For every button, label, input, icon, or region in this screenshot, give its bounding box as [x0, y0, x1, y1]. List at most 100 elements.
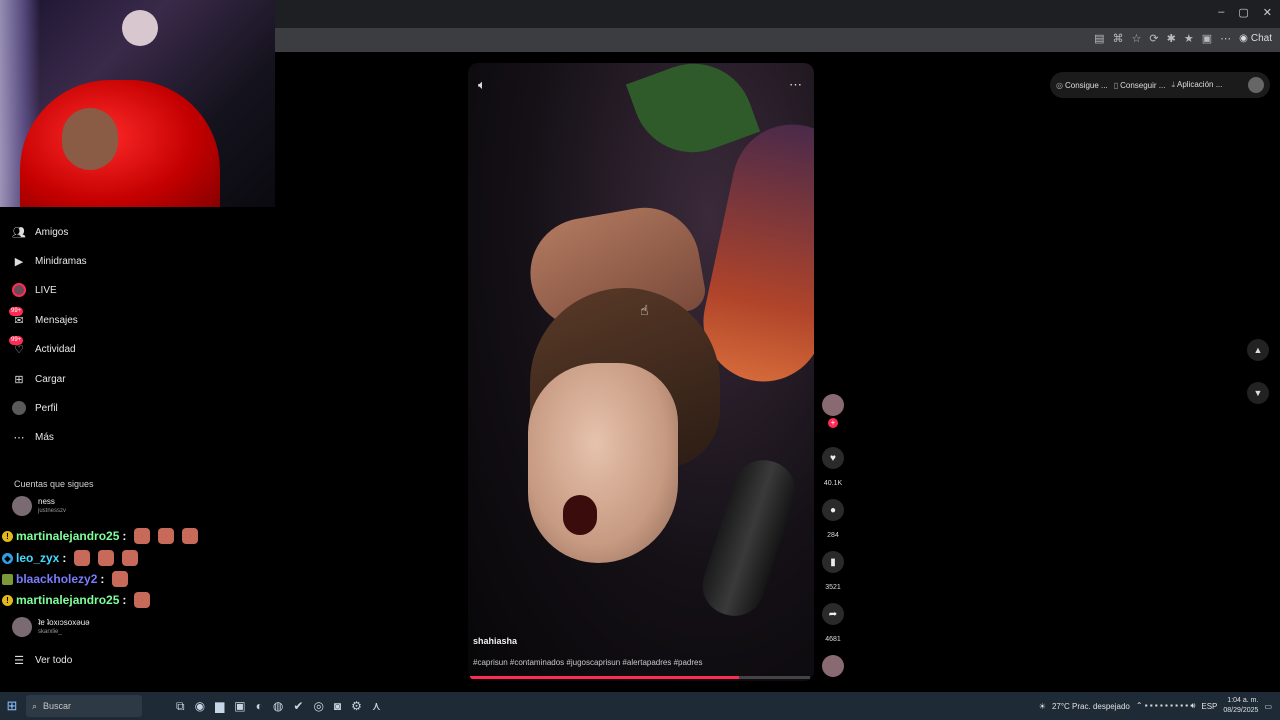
edge-icon[interactable]: ◐: [256, 699, 263, 714]
sidebar-item-amigos[interactable]: 👥︎ Amigos: [12, 225, 68, 239]
comment-button[interactable]: ●: [822, 499, 844, 521]
taskbar-apps: ⧉ ◉ ▆ ▣ ◐ ◍ ✔ ◎ ◙ ⚙ ⋏: [176, 699, 381, 714]
get-app-button[interactable]: ▯ Conseguir ...: [1114, 81, 1166, 90]
sidebar: 👥︎ Amigos ▶ Minidramas LIVE ✉ 99+ Mensaje…: [0, 207, 276, 687]
chat-emote: [98, 550, 115, 566]
file-explorer-icon[interactable]: ▆: [215, 699, 224, 714]
volume-icon[interactable]: 🔈︎: [478, 77, 486, 93]
save-button[interactable]: ▮: [822, 551, 844, 573]
chat-message: ◆ leo_zyx :: [2, 550, 139, 566]
extension-icon[interactable]: ✱: [1167, 32, 1176, 45]
close-button[interactable]: ✕: [1263, 6, 1272, 19]
upload-icon: ⊞: [14, 373, 24, 386]
favorite-icon[interactable]: ☆: [1132, 32, 1142, 45]
sidebar-item-perfil[interactable]: Perfil: [12, 401, 58, 415]
app-icon[interactable]: ⋏: [372, 699, 381, 714]
share-icon: ➦: [828, 608, 838, 620]
sidebar-item-minidramas[interactable]: ▶ Minidramas: [12, 254, 87, 268]
maximize-button[interactable]: ▢: [1238, 6, 1248, 19]
comment-icon: ●: [829, 504, 837, 516]
chat-username: martinalejandro25: [16, 529, 120, 543]
chat-badge: !: [2, 594, 13, 606]
following-account[interactable]: ʇɐ ʇoxıɔsoxəuǝ skarxlie_: [12, 617, 90, 637]
webcam-plush: [122, 10, 158, 46]
collections-icon[interactable]: ▣: [1202, 32, 1212, 45]
chat-emote: [158, 528, 175, 544]
chat-username: blaackholezy2: [16, 572, 98, 586]
chat-badge: ◆: [2, 552, 13, 564]
messages-badge: 99+: [9, 307, 24, 316]
weather-text[interactable]: 27°C Prac. despejado: [1052, 702, 1130, 711]
chat-emote: [74, 550, 91, 566]
steam-icon[interactable]: ✔: [293, 699, 303, 714]
discord-icon[interactable]: ◍: [273, 699, 283, 714]
reader-icon[interactable]: ▤: [1094, 32, 1104, 45]
video-hashtags[interactable]: #caprisun #contaminados #jugoscaprisun #…: [473, 658, 702, 667]
more-options-icon[interactable]: ⋯: [789, 77, 802, 93]
chat-message: blaackholezy2 :: [2, 571, 129, 587]
webcam-person-face: [62, 108, 118, 170]
taskbar-search[interactable]: ⌕ Buscar: [26, 695, 142, 717]
share-button[interactable]: ➦: [822, 603, 844, 625]
like-button[interactable]: ♥: [822, 447, 844, 469]
app-icon[interactable]: ◙: [334, 699, 341, 714]
minimize-button[interactable]: –: [1218, 6, 1224, 19]
favorites-icon[interactable]: ★: [1184, 32, 1194, 45]
top-actions-bar: ◎ Consigue ... ▯ Conseguir ... ⤓ Aplicación…: [1050, 72, 1270, 98]
friends-icon: 👥︎: [12, 226, 26, 239]
windows-taskbar: ⊞ ⌕ Buscar ⧉ ◉ ▆ ▣ ◐ ◍ ✔ ◎ ◙ ⚙ ⋏ ☀ 27°C …: [0, 692, 1280, 720]
chat-username: martinalejandro25: [16, 593, 120, 607]
desktop-app-button[interactable]: ⤓ Aplicación ...: [1171, 80, 1222, 90]
activity-badge: 99+: [9, 336, 24, 345]
share-count: 4681: [825, 636, 841, 643]
refresh-icon[interactable]: ⟳: [1149, 32, 1158, 45]
video-player[interactable]: 🔈︎ ⋯ shahiasha #caprisun #contaminados #…: [468, 63, 814, 681]
store-icon[interactable]: ▣: [234, 699, 245, 714]
get-coins-button[interactable]: ◎ Consigue ...: [1056, 81, 1108, 90]
video-author[interactable]: shahiasha: [473, 636, 517, 646]
sound-avatar[interactable]: [822, 655, 844, 677]
chevron-up-icon: ▲: [1253, 345, 1263, 355]
webcam-overlay: [0, 0, 275, 207]
translate-icon[interactable]: ⌘: [1113, 32, 1124, 45]
copilot-app-icon[interactable]: ◉: [195, 699, 205, 714]
avatar[interactable]: [1248, 77, 1264, 93]
heart-icon: ♥: [830, 452, 836, 464]
previous-video-button[interactable]: ▲: [1247, 339, 1269, 361]
video-person-face: [528, 363, 678, 563]
phone-icon: ▯: [1113, 80, 1119, 90]
notifications-icon[interactable]: ▭: [1264, 702, 1272, 711]
like-count: 40.1K: [823, 480, 843, 487]
tray-icons[interactable]: ⌃ ▪ ▪ ▪ ▪ ▪ ▪ ▪ ▪ ▪ 🔊︎: [1136, 701, 1196, 711]
chat-message: ! martinalejandro25 :: [2, 592, 151, 608]
chat-username: leo_zyx: [16, 551, 60, 565]
windows-start-icon[interactable]: ⊞: [0, 698, 24, 714]
sidebar-item-mensajes[interactable]: ✉ 99+ Mensajes: [9, 307, 78, 327]
settings-icon[interactable]: ⚙: [351, 699, 362, 714]
language-indicator[interactable]: ESP: [1201, 702, 1217, 711]
coin-icon: ◎: [1056, 80, 1063, 90]
live-icon: [12, 283, 26, 297]
toolbar-icons: ▤ ⌘ ☆ ⟳ ✱ ★ ▣ ⋯ ◉ Chat: [1094, 32, 1272, 45]
save-count: 3521: [825, 584, 841, 591]
sidebar-item-actividad[interactable]: ♡ 99+ Actividad: [9, 336, 76, 356]
sidebar-item-live[interactable]: LIVE: [12, 283, 57, 297]
system-tray: ☀ 27°C Prac. despejado ⌃ ▪ ▪ ▪ ▪ ▪ ▪ ▪ ▪…: [1039, 692, 1272, 720]
see-all-link[interactable]: ☰ Ver todo: [12, 653, 72, 667]
author-avatar[interactable]: [822, 394, 844, 416]
clock[interactable]: 1:04 a. m. 08/29/2025: [1223, 696, 1258, 716]
sidebar-item-cargar[interactable]: ⊞ Cargar: [12, 372, 65, 386]
chat-emote: [134, 592, 151, 608]
video-progress-bar[interactable]: [470, 676, 810, 679]
chat-emote: [112, 571, 129, 587]
chat-button[interactable]: ◉ Chat: [1239, 33, 1272, 44]
task-view-icon[interactable]: ⧉: [176, 699, 185, 714]
follow-plus-icon[interactable]: +: [828, 418, 838, 428]
download-icon: ⤓: [1171, 80, 1175, 89]
obs-icon[interactable]: ◎: [313, 699, 323, 714]
sidebar-item-mas[interactable]: ⋯ Más: [12, 430, 54, 444]
chat-emote: [134, 528, 151, 544]
next-video-button[interactable]: ▼: [1247, 382, 1269, 404]
menu-icon[interactable]: ⋯: [1220, 32, 1231, 45]
following-account[interactable]: ness justnesszv: [12, 496, 66, 516]
